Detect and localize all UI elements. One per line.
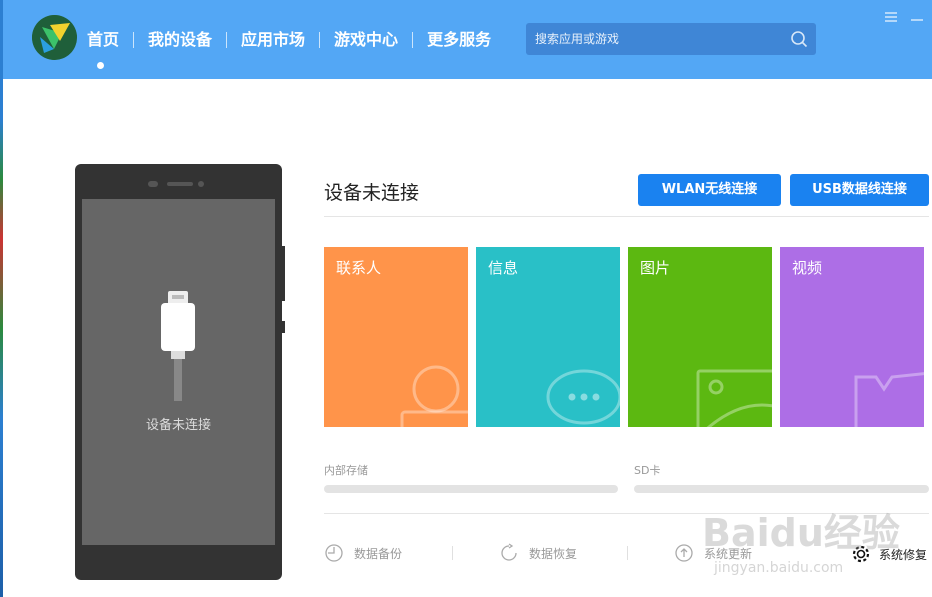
restore-icon: [501, 543, 517, 561]
nav-home[interactable]: 首页: [87, 29, 133, 69]
tile-label: 视频: [792, 259, 823, 277]
tool-separator: [627, 546, 628, 560]
tile-contacts[interactable]: 联系人: [324, 247, 468, 427]
phone-camera: [198, 181, 204, 187]
tile-label: 信息: [488, 259, 519, 277]
usb-cable-icon: [161, 291, 195, 401]
phone-side-button: [282, 246, 285, 301]
usb-connect-button[interactable]: USB数据线连接: [790, 174, 929, 206]
phone-screen: 设备未连接: [82, 199, 275, 545]
active-indicator: [97, 61, 104, 69]
desktop-edge-strip: [0, 0, 3, 597]
update-icon: [675, 544, 693, 562]
tool-label: 数据恢复: [529, 546, 578, 561]
baidu-watermark-logo: Baidu经验 jingyan.baidu.com: [702, 511, 900, 576]
tile-messages[interactable]: 信息: [476, 247, 620, 427]
main-nav: 首页 我的设备 应用市场 游戏中心 更多服务: [87, 0, 505, 79]
tool-separator: [452, 546, 453, 560]
search-icon[interactable]: [790, 30, 808, 48]
wlan-connect-button[interactable]: WLAN无线连接: [638, 174, 781, 206]
sd-card-bar: [634, 485, 929, 493]
header-bar: 首页 我的设备 应用市场 游戏中心 更多服务: [3, 0, 932, 79]
internal-storage-bar: [324, 485, 618, 493]
tool-label: 系统修复: [879, 547, 928, 562]
tool-label: 数据备份: [354, 546, 403, 561]
menu-icon[interactable]: [884, 10, 898, 24]
phone-side-button: [282, 321, 285, 333]
divider: [324, 216, 929, 217]
search-box[interactable]: [526, 23, 816, 55]
tool-label: 系统更新: [704, 546, 753, 561]
phone-earpiece: [167, 182, 193, 186]
system-update-button[interactable]: 系统更新: [674, 543, 752, 563]
nav-app-market[interactable]: 应用市场: [227, 29, 319, 51]
tile-videos[interactable]: 视频: [780, 247, 924, 427]
data-restore-button[interactable]: 数据恢复: [499, 543, 577, 563]
phone-sensor: [148, 181, 158, 187]
connection-status-title: 设备未连接: [324, 182, 420, 204]
nav-my-devices[interactable]: 我的设备: [134, 29, 226, 51]
internal-storage-label: 内部存储: [324, 464, 368, 477]
minimize-icon[interactable]: [910, 10, 924, 24]
divider: [324, 513, 929, 514]
nav-more-services[interactable]: 更多服务: [413, 29, 505, 51]
nav-game-center[interactable]: 游戏中心: [320, 29, 412, 51]
data-backup-button[interactable]: 数据备份: [324, 543, 402, 563]
phone-illustration: 设备未连接: [75, 164, 285, 580]
tile-pictures[interactable]: 图片: [628, 247, 772, 427]
search-input[interactable]: [535, 32, 780, 46]
gear-icon: [852, 545, 870, 563]
system-repair-button[interactable]: 系统修复: [851, 544, 927, 564]
phone-status-text: 设备未连接: [145, 418, 211, 433]
tile-label: 图片: [640, 259, 671, 277]
backup-icon: [325, 544, 343, 562]
tile-label: 联系人: [336, 259, 382, 277]
sd-card-label: SD卡: [634, 464, 661, 477]
app-logo[interactable]: [32, 15, 77, 60]
